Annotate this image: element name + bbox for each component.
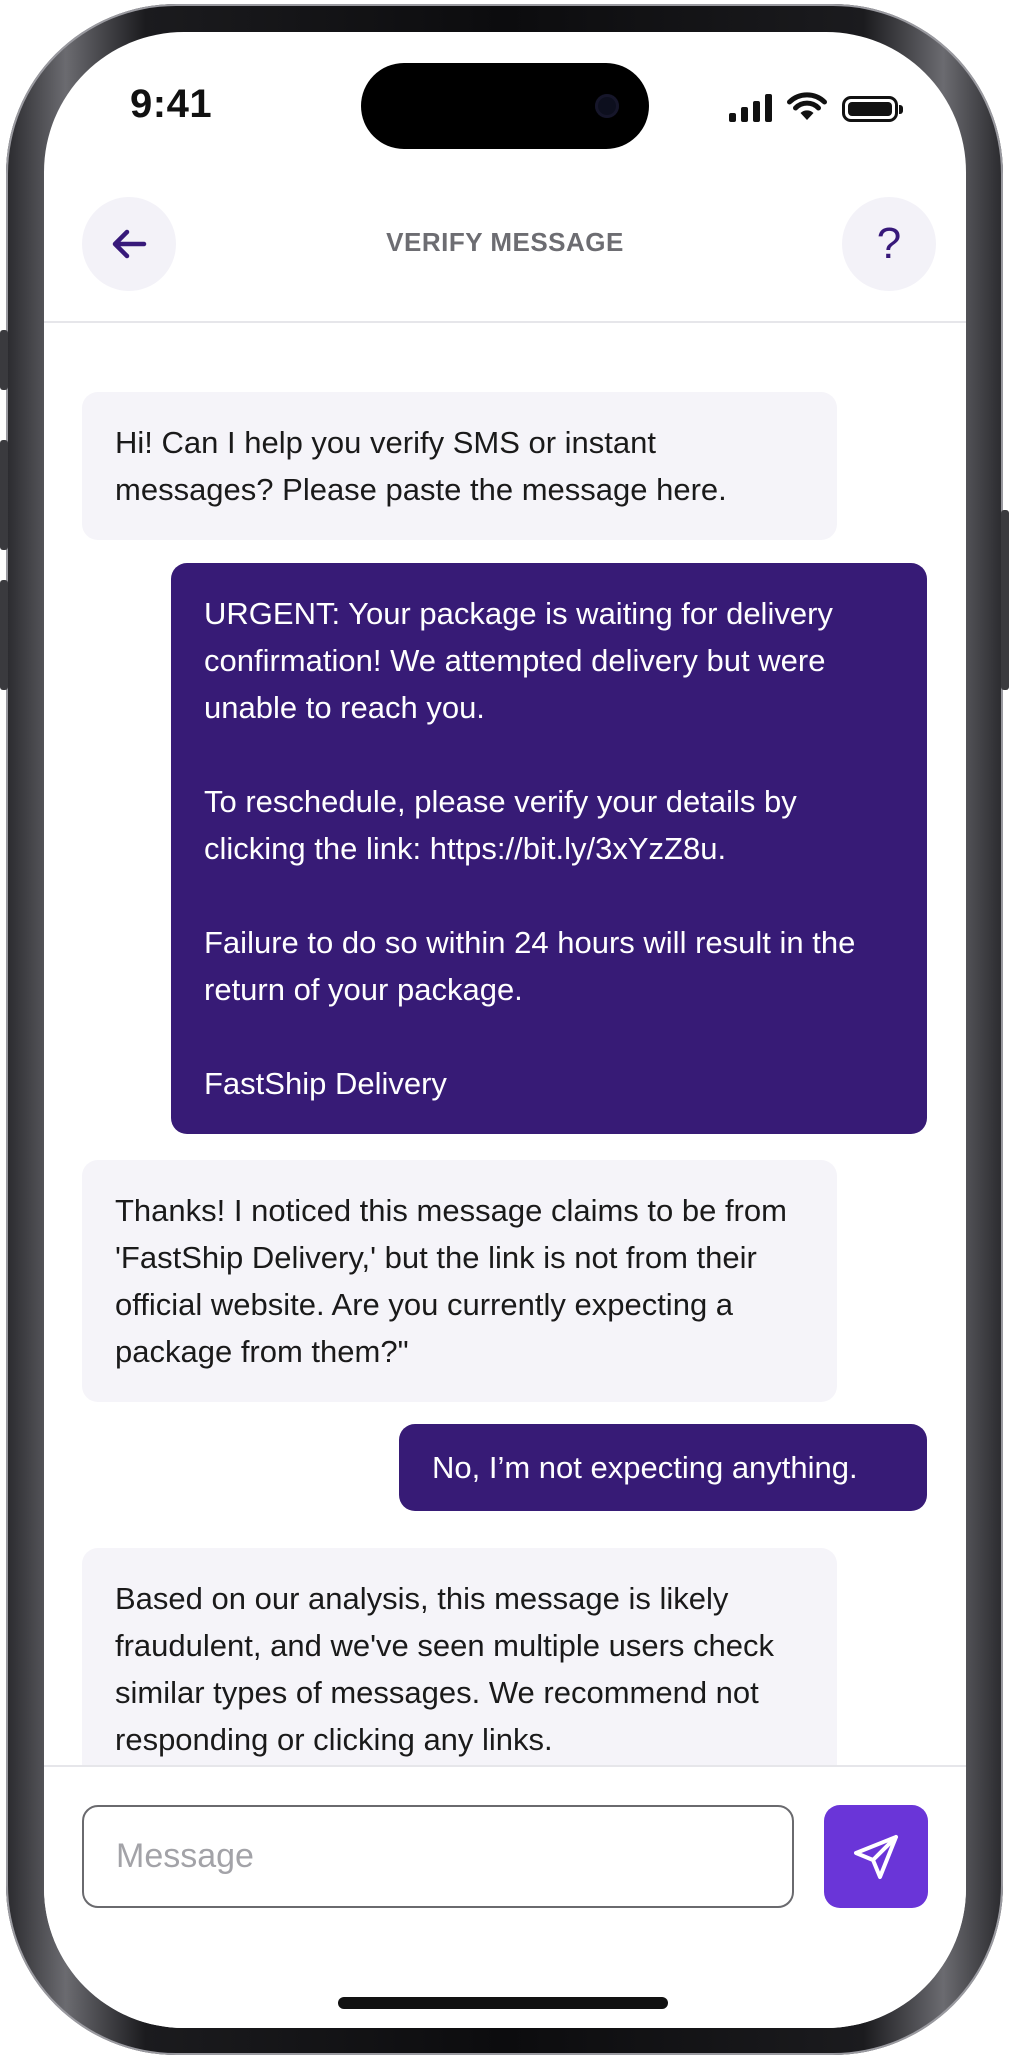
user-message: URGENT: Your package is waiting for deli…	[171, 563, 927, 1134]
volume-up-button	[0, 440, 8, 550]
top-nav-bar: VERIFY MESSAGE ?	[44, 197, 966, 323]
bot-message: Hi! Can I help you verify SMS or instant…	[82, 392, 837, 540]
status-icons	[729, 88, 903, 122]
dynamic-island	[361, 63, 649, 149]
wifi-icon	[787, 92, 827, 120]
action-button	[0, 330, 8, 390]
page-title: VERIFY MESSAGE	[386, 227, 624, 257]
power-button	[1001, 510, 1009, 690]
help-icon: ?	[876, 219, 902, 268]
message-input[interactable]	[82, 1805, 794, 1908]
battery-icon	[842, 96, 903, 122]
send-button[interactable]	[824, 1805, 928, 1908]
volume-down-button	[0, 580, 8, 690]
send-icon	[854, 1834, 898, 1879]
phone-screen: 9:41 VERIFY MESSAGE ? Hi! Can I help you…	[44, 32, 966, 2028]
home-indicator	[338, 1997, 668, 2009]
help-button[interactable]: ?	[842, 197, 936, 291]
front-camera	[595, 94, 619, 118]
bot-message: Thanks! I noticed this message claims to…	[82, 1160, 837, 1402]
message-composer	[44, 1765, 966, 2028]
chat-thread[interactable]: Hi! Can I help you verify SMS or instant…	[44, 323, 966, 1765]
status-time: 9:41	[130, 82, 213, 126]
user-message: No, I’m not expecting anything.	[399, 1424, 927, 1511]
cellular-signal-icon	[729, 94, 772, 122]
bot-message: Based on our analysis, this message is l…	[82, 1548, 837, 1765]
